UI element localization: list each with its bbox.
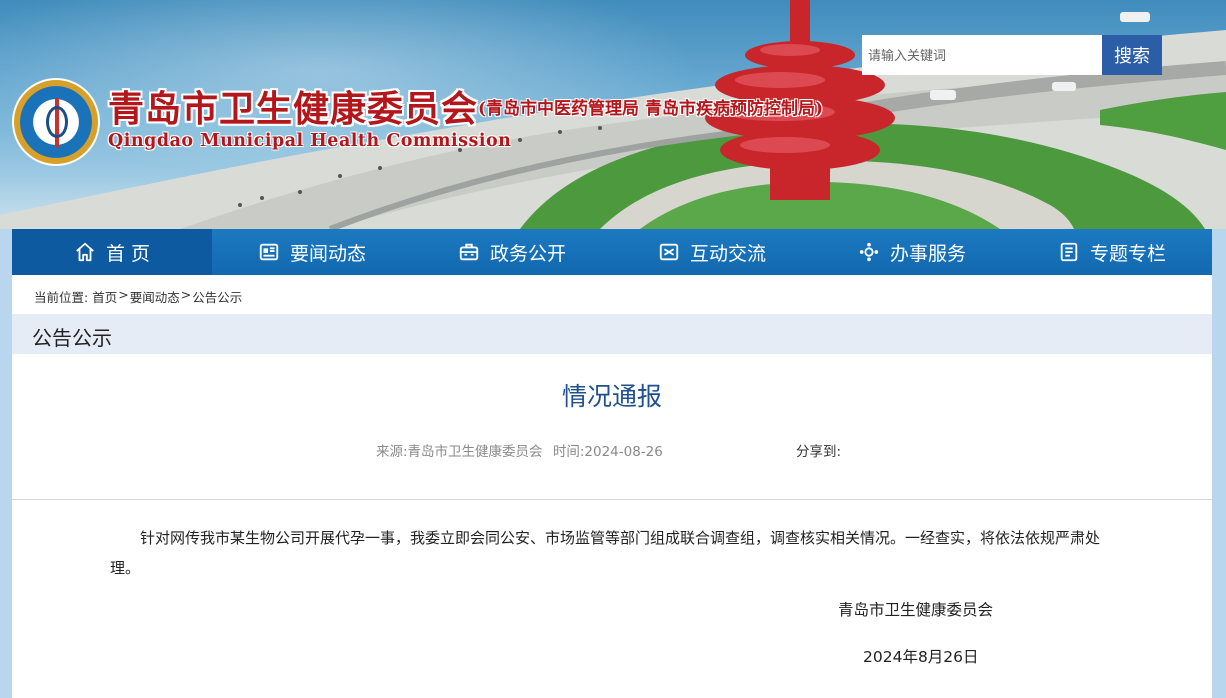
nav-label-interaction: 互动交流 xyxy=(689,242,766,265)
search-button[interactable]: 搜索 xyxy=(1102,35,1162,75)
service-icon xyxy=(859,242,879,262)
article-date: 2024年8月26日 xyxy=(863,648,979,666)
breadcrumb-announcements[interactable]: 公告公示 xyxy=(192,287,242,306)
breadcrumb-prefix: 当前位置: xyxy=(34,290,89,305)
site-title-english: Qingdao Municipal Health Commission xyxy=(108,131,512,151)
share-label: 分享到: xyxy=(796,444,842,460)
nav-item-news[interactable]: 要闻动态 xyxy=(212,229,412,275)
nav-label-government-affairs: 政务公开 xyxy=(489,242,566,265)
nav-item-home[interactable]: 首 页 xyxy=(12,229,212,275)
nav-item-interaction[interactable]: 互动交流 xyxy=(612,229,812,275)
topic-icon xyxy=(1060,242,1078,262)
search-bar: 搜索 xyxy=(862,35,1162,75)
nav-item-government-affairs[interactable]: 政务公开 xyxy=(412,229,612,275)
exchange-icon xyxy=(659,243,679,261)
divider xyxy=(12,499,1212,500)
site-subtitle: (青岛市中医药管理局 青岛市疾病预防控制局) xyxy=(478,99,824,119)
article-body: 针对网传我市某生物公司开展代孕一事，我委立即会同公安、市场监管等部门组成联合调查… xyxy=(110,529,1101,577)
nav-label-topics: 专题专栏 xyxy=(1089,242,1166,265)
nav-item-topics[interactable]: 专题专栏 xyxy=(1012,229,1212,275)
article-time: 时间:2024-08-26 xyxy=(552,444,663,460)
section-header: 公告公示 xyxy=(12,314,1212,354)
article-meta: 来源:青岛市卫生健康委员会 时间:2024-08-26 xyxy=(376,440,669,460)
article-source: 来源:青岛市卫生健康委员会 xyxy=(376,444,543,460)
briefcase-icon xyxy=(459,243,479,261)
breadcrumb-separator: > xyxy=(118,287,129,302)
main-content: 当前位置: 首页 > 要闻动态 > 公告公示 公告公示 情况通报 来源:青岛市卫… xyxy=(12,275,1212,698)
home-icon xyxy=(76,242,94,262)
health-commission-emblem-icon[interactable] xyxy=(12,78,100,166)
nav-item-services[interactable]: 办事服务 xyxy=(812,229,1012,275)
main-nav: 首 页 要闻动态 政务公开 互动交流 办事服务 专题专栏 xyxy=(12,229,1212,275)
article-title: 情况通报 xyxy=(561,382,662,411)
article-signature: 青岛市卫生健康委员会 xyxy=(838,601,994,619)
breadcrumb-news[interactable]: 要闻动态 xyxy=(130,287,180,306)
nav-label-home: 首 页 xyxy=(105,242,151,265)
search-input[interactable] xyxy=(862,35,1102,75)
section-title: 公告公示 xyxy=(32,326,112,350)
snake-icon xyxy=(46,106,68,138)
site-title[interactable]: 青岛市卫生健康委员会 xyxy=(108,80,478,132)
breadcrumb-home[interactable]: 首页 xyxy=(92,287,117,306)
nav-label-services: 办事服务 xyxy=(889,242,966,265)
news-icon xyxy=(259,243,279,261)
breadcrumb: 当前位置: 首页 > 要闻动态 > 公告公示 xyxy=(34,287,242,306)
nav-label-news: 要闻动态 xyxy=(289,242,366,265)
breadcrumb-separator: > xyxy=(180,287,192,302)
header-banner: 青岛市卫生健康委员会 (青岛市中医药管理局 青岛市疾病预防控制局) Qingda… xyxy=(0,0,1226,229)
